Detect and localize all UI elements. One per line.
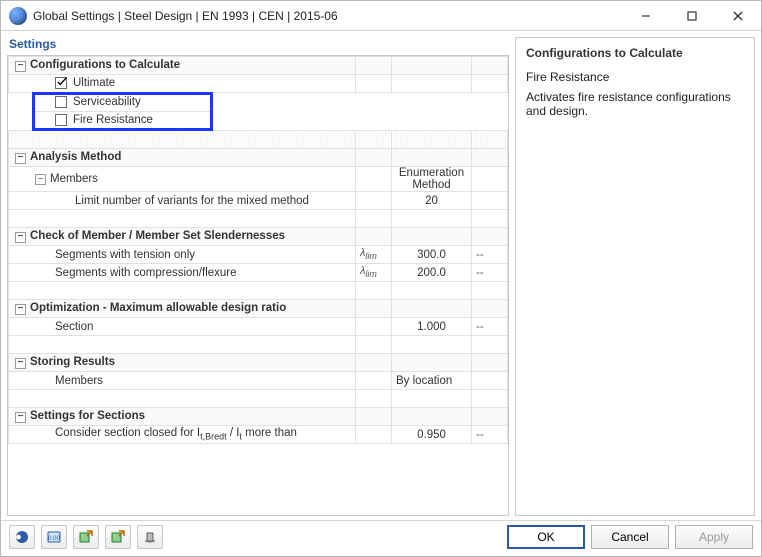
value-closed[interactable]: 0.950	[392, 426, 472, 444]
minimize-button[interactable]	[623, 1, 669, 31]
label-storing-members: Members	[9, 372, 356, 390]
label-fire: Fire Resistance	[73, 115, 153, 127]
analysis-enum-header: Enumeration Method	[392, 167, 472, 192]
unit-tension: --	[472, 246, 508, 264]
info-subtitle: Fire Resistance	[526, 70, 744, 84]
label-flexure: Segments with compression/flexure	[9, 264, 356, 282]
tool-help-button[interactable]	[9, 525, 35, 549]
checkbox-fire-resistance[interactable]	[55, 114, 67, 126]
section-slenderness: Check of Member / Member Set Slenderness…	[30, 230, 285, 242]
sym-lambda-2: λlim	[356, 264, 392, 282]
titlebar: Global Settings | Steel Design | EN 1993…	[1, 1, 761, 31]
label-limit-variants: Limit number of variants for the mixed m…	[9, 192, 356, 210]
label-ultimate: Ultimate	[73, 78, 115, 90]
value-flexure[interactable]: 200.0	[392, 264, 472, 282]
tool-export-button[interactable]	[73, 525, 99, 549]
collapse-icon[interactable]: −	[15, 412, 26, 423]
value-limit-variants[interactable]: 20	[392, 192, 472, 210]
label-members: Members	[50, 173, 98, 185]
label-closed-section: Consider section closed for It,Bredt / I…	[9, 426, 356, 444]
unit-opt: --	[472, 318, 508, 336]
window-title: Global Settings | Steel Design | EN 1993…	[33, 9, 623, 23]
apply-button[interactable]: Apply	[675, 525, 753, 549]
collapse-icon[interactable]: −	[15, 232, 26, 243]
left-panel-title: Settings	[7, 37, 509, 55]
cancel-button[interactable]: Cancel	[591, 525, 669, 549]
value-opt[interactable]: 1.000	[392, 318, 472, 336]
maximize-button[interactable]	[669, 1, 715, 31]
sym-lambda-1: λlim	[356, 246, 392, 264]
section-storing: Storing Results	[30, 356, 115, 368]
app-icon	[9, 7, 27, 25]
label-serviceability: Serviceability	[73, 97, 141, 109]
tool-reset-button[interactable]	[137, 525, 163, 549]
close-button[interactable]	[715, 1, 761, 31]
tool-units-button[interactable]: 0.00	[41, 525, 67, 549]
info-text: Activates fire resistance configurations…	[526, 90, 744, 118]
collapse-icon[interactable]: −	[35, 174, 46, 185]
value-storing[interactable]: By location	[392, 372, 472, 390]
section-optimization: Optimization - Maximum allowable design …	[30, 302, 286, 314]
checkbox-serviceability[interactable]	[55, 96, 67, 108]
collapse-icon[interactable]: −	[15, 153, 26, 164]
info-title: Configurations to Calculate	[526, 46, 744, 60]
section-configs: Configurations to Calculate	[30, 59, 180, 71]
label-opt-section: Section	[9, 318, 356, 336]
checkbox-ultimate[interactable]	[55, 77, 67, 89]
label-tension-only: Segments with tension only	[9, 246, 356, 264]
collapse-icon[interactable]: −	[15, 61, 26, 72]
value-tension[interactable]: 300.0	[392, 246, 472, 264]
collapse-icon[interactable]: −	[15, 358, 26, 369]
ok-button[interactable]: OK	[507, 525, 585, 549]
section-sectset: Settings for Sections	[30, 410, 145, 422]
tool-import-button[interactable]	[105, 525, 131, 549]
collapse-icon[interactable]: −	[15, 304, 26, 315]
settings-grid: −Configurations to Calculate Ultimate Se…	[7, 55, 509, 516]
unit-closed: --	[472, 426, 508, 444]
info-panel: Configurations to Calculate Fire Resista…	[515, 37, 755, 516]
section-analysis: Analysis Method	[30, 151, 121, 163]
unit-flexure: --	[472, 264, 508, 282]
svg-text:0.00: 0.00	[48, 536, 60, 542]
